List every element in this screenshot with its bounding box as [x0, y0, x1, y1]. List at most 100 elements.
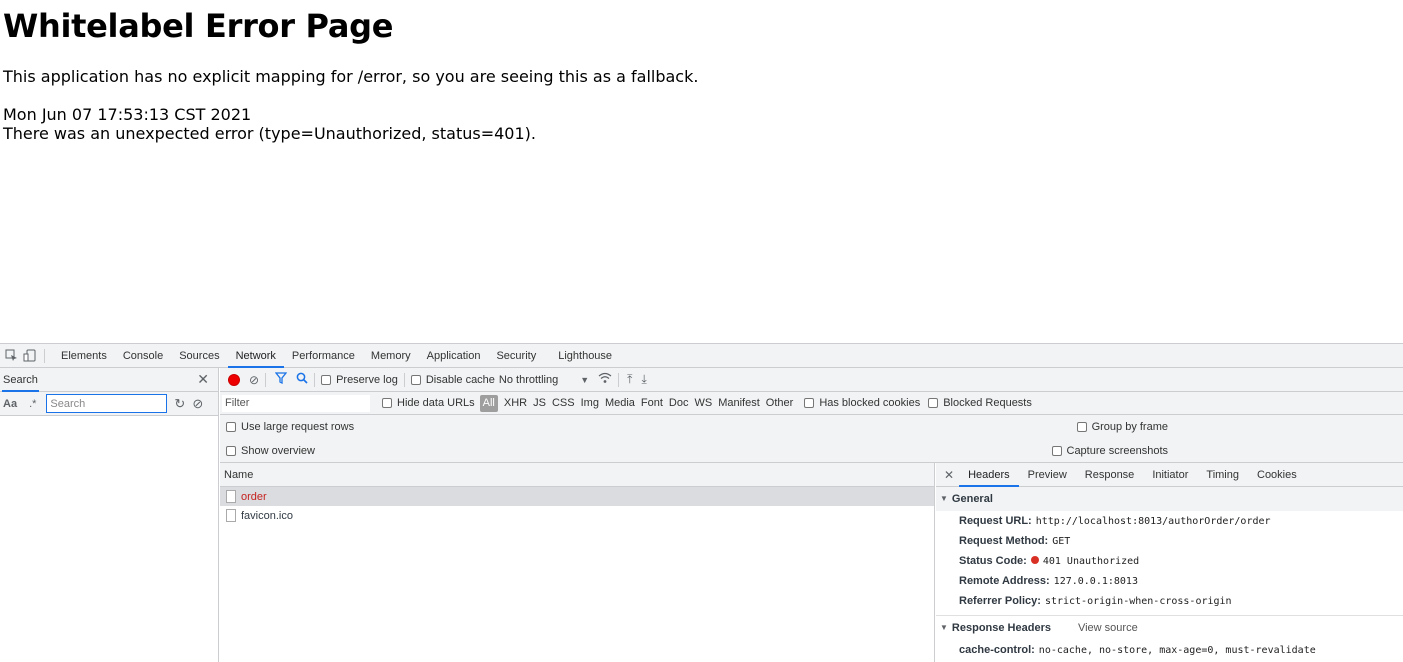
table-row[interactable]: favicon.ico	[220, 506, 934, 525]
toolbar-divider	[618, 372, 620, 387]
large-rows-label: Use large request rows	[241, 421, 355, 433]
search-input[interactable]	[46, 394, 168, 413]
general-title: General	[951, 493, 993, 505]
header-value: GET	[1052, 536, 1071, 547]
header-row: cache-control: no-cache, no-store, max-ag…	[936, 640, 1403, 660]
header-row: Request Method: GET	[936, 531, 1403, 551]
header-key: Status Code:	[959, 555, 1027, 567]
triangle-down-icon: ▼	[940, 494, 948, 503]
error-detail: There was an unexpected error (type=Unau…	[3, 124, 536, 143]
general-section-header[interactable]: ▼ General	[936, 487, 1403, 511]
regex-button[interactable]: .*	[29, 398, 36, 410]
request-details: ✕ Headers Preview Response Initiator Tim…	[936, 463, 1403, 662]
view-source-link[interactable]: View source	[1078, 616, 1138, 640]
blocked-requests-checkbox[interactable]: Blocked Requests	[928, 397, 1032, 409]
filter-type-xhr[interactable]: XHR	[501, 395, 530, 412]
export-har-icon[interactable]: ⤓	[641, 372, 646, 387]
network-conditions-icon[interactable]	[598, 372, 612, 387]
network-toolbar: ⊘ Preserve log Disable cache No throttli…	[220, 368, 1403, 392]
tab-application[interactable]: Application	[419, 344, 489, 368]
document-icon	[226, 490, 236, 503]
search-controls: Aa .* ↻ ⊘	[0, 392, 218, 416]
header-value: no-cache, no-store, max-age=0, must-reva…	[1038, 645, 1316, 656]
filter-type-manifest[interactable]: Manifest	[715, 395, 763, 412]
network-split-view: Name order favicon.ico ✕ Headers Preview…	[220, 463, 1403, 662]
header-key: Referrer Policy:	[959, 595, 1041, 607]
page-title: Whitelabel Error Page	[3, 7, 394, 45]
filter-type-media[interactable]: Media	[602, 395, 638, 412]
tab-security[interactable]: Security	[488, 344, 544, 368]
tab-timing[interactable]: Timing	[1197, 463, 1248, 487]
filter-icon[interactable]	[274, 372, 288, 387]
filter-type-font[interactable]: Font	[638, 395, 666, 412]
close-icon[interactable]: ✕	[944, 468, 954, 482]
search-icon[interactable]	[296, 372, 308, 387]
search-drawer-header: Search ✕	[0, 368, 218, 392]
tab-response[interactable]: Response	[1076, 463, 1144, 487]
clear-log-icon[interactable]: ⊘	[249, 373, 259, 387]
header-row: Referrer Policy: strict-origin-when-cross…	[936, 591, 1403, 611]
document-icon	[226, 509, 236, 522]
header-value: 127.0.0.1:8013	[1053, 576, 1138, 587]
large-rows-checkbox[interactable]: Use large request rows	[226, 421, 354, 433]
tab-initiator[interactable]: Initiator	[1143, 463, 1197, 487]
close-icon[interactable]: ✕	[197, 371, 209, 388]
tab-performance[interactable]: Performance	[284, 344, 363, 368]
tab-network[interactable]: Network	[227, 344, 284, 368]
filter-input[interactable]	[222, 394, 370, 412]
tab-console[interactable]: Console	[115, 344, 171, 368]
checkbox-box	[804, 398, 815, 408]
record-icon[interactable]	[228, 373, 240, 386]
filter-type-ws[interactable]: WS	[691, 395, 715, 412]
filter-type-all[interactable]: All	[479, 394, 498, 412]
request-name: order	[241, 490, 267, 503]
header-row: Request URL: http://localhost:8013/author…	[936, 511, 1403, 531]
header-key: Request URL:	[959, 515, 1032, 527]
filter-type-doc[interactable]: Doc	[666, 395, 692, 412]
settings-row-1: Use large request rows Group by frame	[220, 415, 1403, 439]
checkbox-box	[226, 445, 236, 456]
tab-cookies[interactable]: Cookies	[1248, 463, 1306, 487]
blocked-requests-label: Blocked Requests	[943, 397, 1032, 409]
devtools-tabbar: Elements Console Sources Network Perform…	[0, 344, 1403, 368]
refresh-icon[interactable]: ↻	[174, 396, 185, 412]
hide-data-urls-checkbox[interactable]: Hide data URLs	[382, 397, 475, 409]
preserve-log-label: Preserve log	[336, 373, 398, 386]
clear-icon[interactable]: ⊘	[192, 396, 203, 412]
preserve-log-checkbox[interactable]: Preserve log	[321, 374, 398, 386]
tab-headers[interactable]: Headers	[959, 463, 1019, 487]
tab-elements[interactable]: Elements	[53, 344, 115, 368]
toolbar-divider	[403, 372, 405, 387]
toolbar-divider	[314, 372, 316, 387]
tab-preview[interactable]: Preview	[1019, 463, 1076, 487]
filter-type-js[interactable]: JS	[530, 395, 549, 412]
tab-memory[interactable]: Memory	[363, 344, 419, 368]
disable-cache-checkbox[interactable]: Disable cache	[410, 374, 495, 386]
table-row[interactable]: order	[220, 487, 934, 506]
group-by-frame-checkbox[interactable]: Group by frame	[1076, 421, 1168, 433]
import-har-icon[interactable]: ⤒	[627, 372, 632, 387]
checkbox-box	[928, 398, 939, 408]
response-headers-section-header[interactable]: ▼ Response Headers View source	[936, 616, 1403, 640]
has-blocked-cookies-label: Has blocked cookies	[819, 397, 921, 409]
tab-sources[interactable]: Sources	[171, 344, 227, 368]
filter-type-img[interactable]: Img	[578, 395, 602, 412]
chevron-down-icon[interactable]: ▼	[580, 375, 589, 385]
header-key: cache-control:	[959, 644, 1035, 656]
tab-lighthouse[interactable]: Lighthouse	[550, 344, 620, 368]
name-column-header[interactable]: Name	[220, 463, 934, 487]
checkbox-box	[410, 374, 421, 385]
device-toolbar-icon[interactable]	[22, 349, 36, 363]
fallback-message: This application has no explicit mapping…	[3, 67, 699, 86]
network-panel: ⊘ Preserve log Disable cache No throttli…	[220, 368, 1403, 662]
has-blocked-cookies-checkbox[interactable]: Has blocked cookies	[804, 397, 920, 409]
filter-type-other[interactable]: Other	[763, 395, 797, 412]
inspect-element-icon[interactable]	[4, 349, 18, 363]
match-case-button[interactable]: Aa	[3, 398, 17, 410]
toolbar-divider	[265, 372, 267, 387]
throttling-select[interactable]: No throttling	[499, 374, 558, 386]
show-overview-checkbox[interactable]: Show overview	[226, 445, 315, 457]
search-drawer-tab[interactable]: Search	[2, 368, 39, 392]
capture-screenshots-checkbox[interactable]: Capture screenshots	[1051, 445, 1168, 457]
filter-type-css[interactable]: CSS	[549, 395, 578, 412]
